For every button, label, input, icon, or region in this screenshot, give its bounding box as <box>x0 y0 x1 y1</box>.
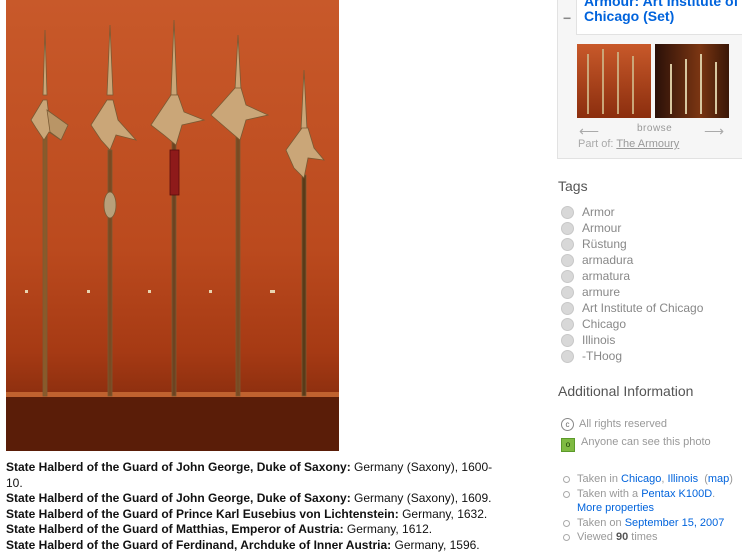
bullet-icon <box>563 476 570 483</box>
caption-line: State Halberd of the Guard of Prince Kar… <box>6 506 488 521</box>
tag-icon <box>561 206 574 219</box>
more-properties-row: More properties <box>561 501 733 516</box>
tag-item[interactable]: armure <box>561 284 703 300</box>
tag-icon <box>561 302 574 315</box>
bullet-icon <box>563 490 570 498</box>
tag-icon <box>561 238 574 251</box>
city-link[interactable]: Chicago <box>621 473 661 485</box>
tag-icon <box>561 222 574 235</box>
tag-icon <box>561 254 574 267</box>
halberds-illustration <box>6 19 339 451</box>
state-link[interactable]: Illinois <box>668 473 699 485</box>
tag-item[interactable]: Illinois <box>561 332 703 348</box>
collapse-toggle[interactable]: − <box>563 10 571 26</box>
main-photo[interactable] <box>6 0 339 451</box>
tag-icon <box>561 350 574 363</box>
tag-icon <box>561 270 574 283</box>
camera-link[interactable]: Pentax K100D <box>641 488 712 500</box>
thumbnail-image <box>670 54 717 114</box>
set-context-box: − Armour: Art Institute of Chicago (Set)… <box>557 0 742 159</box>
taken-in-row: Taken in Chicago, Illinois (map) <box>561 472 733 487</box>
photo-metadata: Taken in Chicago, Illinois (map) Taken w… <box>561 472 733 545</box>
tag-item[interactable]: armadura <box>561 252 703 268</box>
tag-item[interactable]: Chicago <box>561 316 703 332</box>
bullet-icon <box>563 519 570 527</box>
tags-heading: Tags <box>558 178 588 194</box>
caption-line: State Halberd of the Guard of Ferdinand,… <box>6 537 480 552</box>
collection-link[interactable]: The Armoury <box>616 138 679 150</box>
caption-line: State Halberd of the Guard of John Georg… <box>6 460 493 490</box>
public-icon: o <box>561 438 575 452</box>
taken-on-row: Taken on September 15, 2007 <box>561 516 733 531</box>
set-title-link[interactable]: Armour: Art Institute of Chicago (Set) <box>576 0 742 35</box>
caption-line: State Halberd of the Guard of John Georg… <box>6 491 492 505</box>
photo-description: State Halberd of the Guard of John Georg… <box>6 460 496 553</box>
visibility-info: o Anyone can see this photo <box>561 436 711 452</box>
set-thumbnail-next[interactable] <box>655 44 729 118</box>
tag-item[interactable]: Armor <box>561 204 703 220</box>
map-link[interactable]: map <box>708 473 729 485</box>
tag-item[interactable]: Art Institute of Chicago <box>561 300 703 316</box>
tag-item[interactable]: -THoog <box>561 348 703 364</box>
views-row: Viewed 90 times <box>561 530 733 545</box>
tag-item[interactable]: armatura <box>561 268 703 284</box>
tag-item[interactable]: Armour <box>561 220 703 236</box>
rights-info: c All rights reserved <box>561 418 667 431</box>
tag-icon <box>561 334 574 347</box>
arrow-right-icon[interactable]: ⟶ <box>704 123 724 140</box>
copyright-icon: c <box>561 418 574 431</box>
tag-list: Armor Armour Rüstung armadura armatura a… <box>561 204 703 364</box>
tag-icon <box>561 318 574 331</box>
bullet-icon <box>563 534 570 541</box>
camera-row: Taken with a Pentax K100D. <box>561 487 733 502</box>
part-of: Part of: The Armoury <box>578 138 680 150</box>
thumbnail-image <box>587 49 634 114</box>
set-thumbnail-prev[interactable] <box>577 44 651 118</box>
caption-line: State Halberd of the Guard of Matthias, … <box>6 522 433 536</box>
tag-item[interactable]: Rüstung <box>561 236 703 252</box>
browse-link[interactable]: browse <box>637 123 672 134</box>
date-link[interactable]: September 15, 2007 <box>625 517 725 529</box>
additional-info-heading: Additional Information <box>558 383 694 399</box>
more-properties-link[interactable]: More properties <box>577 502 654 514</box>
tag-icon <box>561 286 574 299</box>
